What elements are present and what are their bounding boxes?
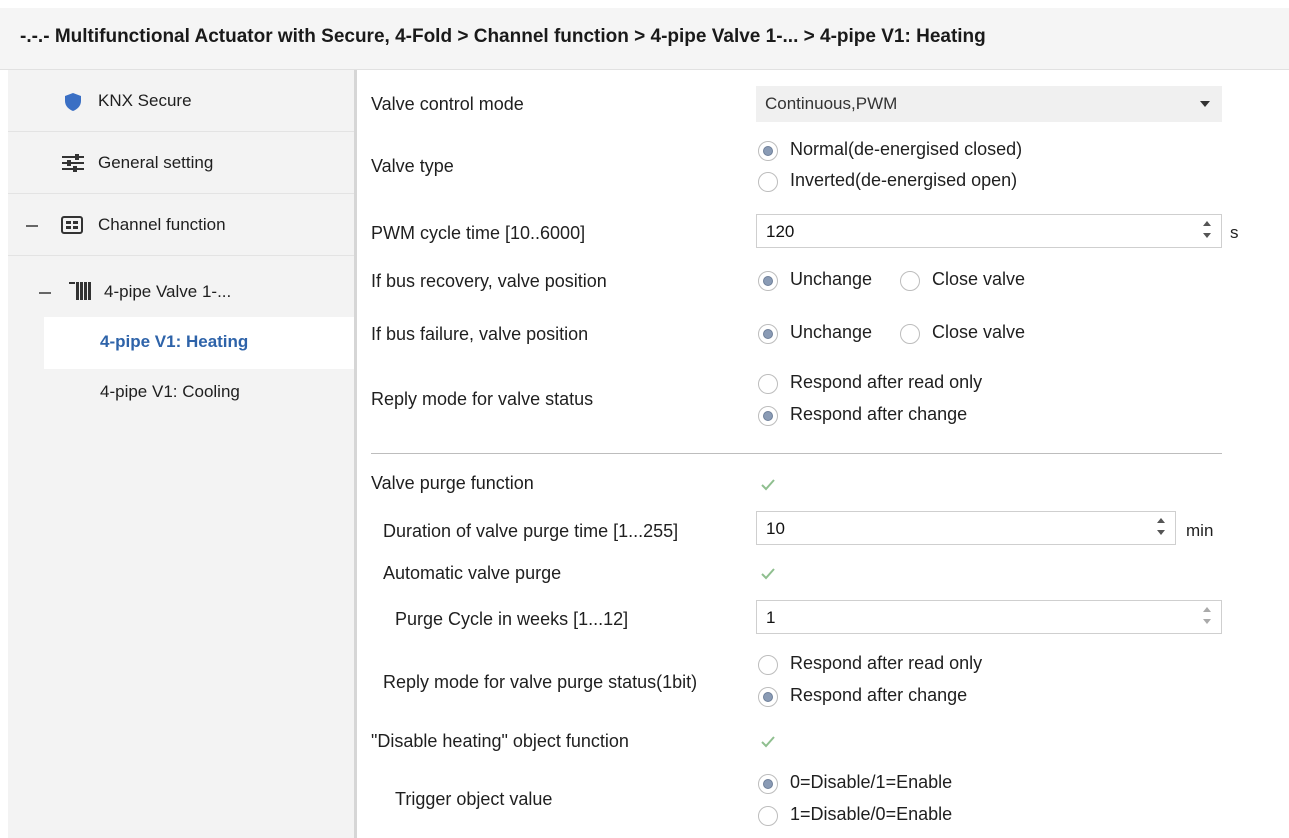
valve-control-mode-select[interactable]: Continuous,PWM — [756, 86, 1222, 122]
bus-recovery-label: If bus recovery, valve position — [371, 271, 607, 291]
reply-mode-read-only-radio[interactable]: Respond after read only — [758, 372, 1058, 396]
bus-failure-label: If bus failure, valve position — [371, 324, 589, 344]
radio-unselected-icon — [758, 806, 778, 826]
disable-heating-checkbox[interactable] — [758, 732, 778, 752]
sidebar-item-4-pipe-valve[interactable]: 4-pipe Valve 1-... — [8, 256, 354, 326]
title-bar: -.-.- Multifunctional Actuator with Secu… — [0, 8, 1289, 70]
input-value: 1 — [766, 608, 776, 627]
radio-label: Respond after read only — [790, 372, 983, 392]
radio-selected-icon — [758, 141, 778, 161]
spin-arrows-icon[interactable] — [1156, 518, 1166, 538]
valve-type-inverted-radio[interactable]: Inverted(de-energised open) — [758, 170, 1088, 194]
purge-duration-unit: min — [1186, 521, 1214, 540]
selected-value: Continuous,PWM — [765, 94, 898, 113]
radio-label: 0=Disable/1=Enable — [790, 772, 953, 792]
sidebar-item-knx-secure[interactable]: KNX Secure — [8, 70, 354, 132]
radio-label: Unchange — [790, 322, 873, 342]
radio-unselected-icon — [900, 271, 920, 291]
radio-label: Unchange — [790, 269, 873, 289]
radio-label: Close valve — [932, 269, 1026, 289]
sidebar-item-label: KNX Secure — [98, 91, 192, 110]
trigger-1-disable-radio[interactable]: 1=Disable/0=Enable — [758, 804, 1018, 828]
radiator-icon — [68, 281, 92, 306]
purge-reply-after-change-radio[interactable]: Respond after change — [758, 685, 1058, 709]
grid-icon — [61, 216, 83, 239]
trigger-object-value-label: Trigger object value — [395, 789, 553, 809]
radio-unselected-icon — [758, 172, 778, 192]
valve-purge-function-checkbox[interactable] — [758, 475, 778, 495]
radio-unselected-icon — [900, 324, 920, 344]
sidebar: KNX Secure General setting Channel funct… — [8, 70, 354, 838]
input-value: 10 — [766, 519, 785, 538]
radio-unselected-icon — [758, 374, 778, 394]
radio-label: Respond after read only — [790, 653, 983, 673]
pwm-cycle-time-input[interactable]: 120 — [756, 214, 1222, 248]
sidebar-item-general-setting[interactable]: General setting — [8, 132, 354, 194]
sidebar-item-4-pipe-v1-heating[interactable]: 4-pipe V1: Heating — [44, 317, 354, 369]
purge-duration-input[interactable]: 10 — [756, 511, 1176, 545]
bus-recovery-close-valve-radio[interactable]: Close valve — [900, 269, 1040, 293]
bus-failure-unchange-radio[interactable]: Unchange — [758, 322, 888, 346]
radio-selected-icon — [758, 687, 778, 707]
sidebar-item-channel-function[interactable]: Channel function — [8, 194, 354, 256]
automatic-valve-purge-label: Automatic valve purge — [383, 563, 562, 583]
sliders-icon — [61, 153, 85, 178]
sidebar-item-label: General setting — [98, 153, 214, 172]
pwm-unit: s — [1230, 223, 1239, 242]
spin-arrows-icon[interactable] — [1202, 607, 1212, 627]
chevron-down-icon — [1200, 101, 1210, 107]
radio-label: Respond after change — [790, 404, 968, 424]
pwm-cycle-time-label: PWM cycle time [10..6000] — [371, 223, 586, 243]
collapse-icon[interactable] — [26, 225, 38, 227]
valve-type-normal-radio[interactable]: Normal(de-energised closed) — [758, 139, 1088, 163]
sidebar-item-label: 4-pipe V1: Cooling — [100, 382, 240, 401]
radio-selected-icon — [758, 406, 778, 426]
section-divider — [371, 453, 1222, 454]
purge-reply-read-only-radio[interactable]: Respond after read only — [758, 653, 1058, 677]
radio-label: 1=Disable/0=Enable — [790, 804, 953, 824]
parameter-panel: Valve control mode Continuous,PWM Valve … — [357, 70, 1289, 838]
bus-failure-close-valve-radio[interactable]: Close valve — [900, 322, 1040, 346]
radio-selected-icon — [758, 324, 778, 344]
purge-cycle-input[interactable]: 1 — [756, 600, 1222, 634]
radio-label: Inverted(de-energised open) — [790, 170, 1018, 190]
radio-unselected-icon — [758, 655, 778, 675]
purge-cycle-label: Purge Cycle in weeks [1...12] — [395, 609, 629, 629]
reply-mode-label: Reply mode for valve status — [371, 389, 594, 409]
bus-recovery-unchange-radio[interactable]: Unchange — [758, 269, 888, 293]
valve-control-mode-label: Valve control mode — [371, 94, 524, 114]
automatic-valve-purge-checkbox[interactable] — [758, 564, 778, 584]
radio-label: Normal(de-energised closed) — [790, 139, 1023, 159]
sidebar-item-4-pipe-v1-cooling[interactable]: 4-pipe V1: Cooling — [44, 368, 354, 420]
valve-purge-function-label: Valve purge function — [371, 473, 534, 493]
disable-heating-label: "Disable heating" object function — [371, 731, 629, 751]
checkmark-icon — [761, 568, 775, 580]
trigger-0-disable-radio[interactable]: 0=Disable/1=Enable — [758, 772, 1018, 796]
sidebar-item-label: 4-pipe V1: Heating — [100, 332, 249, 351]
collapse-icon[interactable] — [39, 292, 51, 294]
radio-label: Close valve — [932, 322, 1026, 342]
breadcrumb: -.-.- Multifunctional Actuator with Secu… — [20, 26, 986, 47]
spin-arrows-icon[interactable] — [1202, 221, 1212, 241]
reply-mode-after-change-radio[interactable]: Respond after change — [758, 404, 1058, 428]
radio-selected-icon — [758, 774, 778, 794]
sidebar-item-label: Channel function — [98, 215, 226, 234]
radio-label: Respond after change — [790, 685, 968, 705]
purge-reply-mode-label: Reply mode for valve purge status(1bit) — [383, 672, 698, 692]
checkmark-icon — [761, 736, 775, 748]
input-value: 120 — [766, 222, 795, 241]
checkmark-icon — [761, 479, 775, 491]
radio-selected-icon — [758, 271, 778, 291]
purge-duration-label: Duration of valve purge time [1...255] — [383, 521, 679, 541]
shield-icon — [64, 92, 82, 117]
valve-type-label: Valve type — [371, 156, 454, 176]
sidebar-item-label: 4-pipe Valve 1-... — [104, 282, 232, 301]
